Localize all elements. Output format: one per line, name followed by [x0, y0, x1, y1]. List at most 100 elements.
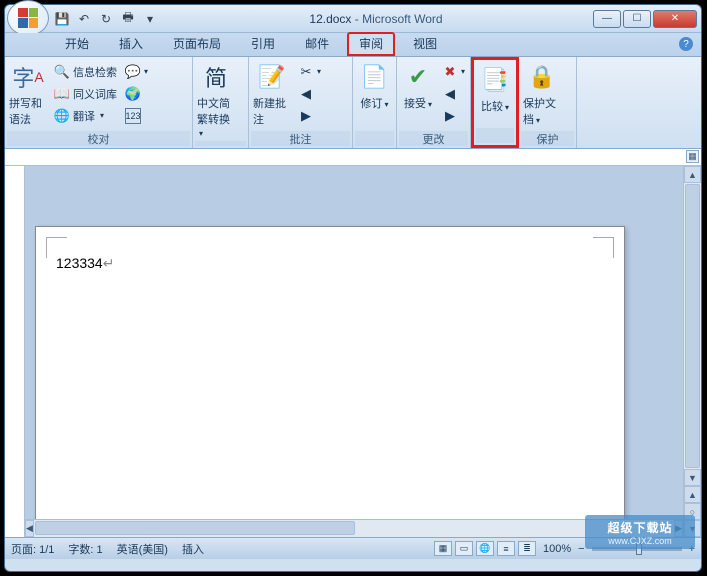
protect-button[interactable]: 🔒 保护文档 — [521, 59, 563, 129]
wordcount-button[interactable]: 123 — [122, 105, 151, 126]
vertical-scrollbar[interactable]: ▲ ▼ ▲ ○ ▼ — [683, 166, 701, 537]
quick-access-toolbar: 💾 ↶ ↻ 🖶 ▾ — [53, 10, 159, 28]
window-title: 12.docx - Microsoft Word — [159, 12, 593, 26]
view-web-icon[interactable]: 🌐 — [476, 541, 494, 556]
next-change-button[interactable]: ▶ — [439, 105, 468, 126]
horizontal-ruler[interactable]: ▦ — [5, 149, 701, 166]
status-words[interactable]: 字数: 1 — [68, 541, 102, 557]
scroll-down-icon[interactable]: ▼ — [684, 469, 701, 486]
redo-icon[interactable]: ↻ — [97, 10, 115, 28]
maximize-button[interactable]: ☐ — [623, 10, 651, 28]
office-button[interactable] — [7, 0, 49, 36]
document-text[interactable]: 123334↵ — [56, 255, 114, 272]
compare-button[interactable]: 📑 比较 — [476, 62, 514, 116]
app-window: 💾 ↶ ↻ 🖶 ▾ 12.docx - Microsoft Word — ☐ ✕… — [4, 4, 702, 572]
thesaurus-button[interactable]: 📖同义词库 — [51, 83, 120, 104]
tooltip-button[interactable]: 💬▾ — [122, 61, 151, 82]
page[interactable]: 123334↵ — [35, 226, 625, 537]
zoom-level[interactable]: 100% — [543, 543, 571, 555]
page-margin-marks — [36, 227, 624, 247]
tab-insert[interactable]: 插入 — [107, 32, 155, 56]
tab-home[interactable]: 开始 — [53, 32, 101, 56]
accept-icon: ✔ — [402, 61, 434, 93]
status-mode[interactable]: 插入 — [182, 541, 204, 557]
status-page[interactable]: 页面: 1/1 — [11, 541, 54, 557]
spelling-icon: 字A — [12, 61, 44, 93]
translate-icon: 🌐 — [54, 108, 70, 124]
thesaurus-icon: 📖 — [54, 86, 70, 102]
delete-comment-icon: ✂ — [298, 64, 314, 80]
prev-icon: ◀ — [298, 86, 314, 102]
prev-change-icon: ◀ — [442, 86, 458, 102]
page-viewport[interactable]: ↵ 123334↵ — [25, 166, 683, 537]
research-button[interactable]: 🔍信息检索 — [51, 61, 120, 82]
view-fullread-icon[interactable]: ▭ — [455, 541, 473, 556]
quickprint-icon[interactable]: 🖶 — [119, 10, 137, 28]
lang-icon: 🌍 — [125, 86, 141, 102]
group-compare: 📑 比较 — [471, 57, 519, 148]
prev-comment-button[interactable]: ◀ — [295, 83, 324, 104]
group-tracking: 📄 修订 — [353, 57, 397, 148]
hscroll-thumb[interactable] — [35, 521, 355, 535]
delete-comment-button[interactable]: ✂▾ — [295, 61, 324, 82]
setlang-button[interactable]: 🌍 — [122, 83, 151, 104]
ribbon-tabs: 开始 插入 页面布局 引用 邮件 审阅 视图 ? — [5, 33, 701, 57]
research-icon: 🔍 — [54, 64, 70, 80]
next-change-icon: ▶ — [442, 108, 458, 124]
qat-more-icon[interactable]: ▾ — [141, 10, 159, 28]
scroll-up-icon[interactable]: ▲ — [684, 166, 701, 183]
file-name: 12.docx — [309, 12, 351, 26]
comment-icon: 📝 — [256, 61, 288, 93]
scroll-left-icon[interactable]: ◀ — [25, 520, 34, 537]
tab-pagelayout[interactable]: 页面布局 — [161, 32, 233, 56]
undo-icon[interactable]: ↶ — [75, 10, 93, 28]
translate-button[interactable]: 🌐翻译▾ — [51, 105, 120, 126]
prev-change-button[interactable]: ◀ — [439, 83, 468, 104]
group-protect: 🔒 保护文档 保护 — [519, 57, 577, 148]
status-lang[interactable]: 英语(美国) — [117, 541, 168, 557]
view-outline-icon[interactable]: ≡ — [497, 541, 515, 556]
help-icon[interactable]: ? — [679, 37, 693, 51]
save-icon[interactable]: 💾 — [53, 10, 71, 28]
watermark-url: www.CJXZ.com — [608, 536, 672, 546]
compare-icon: 📑 — [479, 64, 511, 96]
group-comments: 📝 新建批注 ✂▾ ◀ ▶ 批注 — [249, 57, 353, 148]
ribbon: 字A 拼写和语法 🔍信息检索 📖同义词库 🌐翻译▾ 💬▾ 🌍 123 校对 — [5, 57, 701, 149]
spelling-button[interactable]: 字A 拼写和语法 — [7, 59, 49, 129]
track-icon: 📄 — [359, 61, 391, 93]
close-button[interactable]: ✕ — [653, 10, 697, 28]
minimize-button[interactable]: — — [593, 10, 621, 28]
window-controls: — ☐ ✕ — [593, 10, 697, 28]
reject-button[interactable]: ✖▾ — [439, 61, 468, 82]
document-area: ↵ 123334↵ ▲ ▼ ▲ ○ ▼ ◀ ▶ — [5, 166, 701, 537]
next-icon: ▶ — [298, 108, 314, 124]
app-name: Microsoft Word — [362, 12, 442, 26]
zoom-out-icon[interactable]: − — [578, 543, 584, 555]
new-comment-button[interactable]: 📝 新建批注 — [251, 59, 293, 129]
wordcount-icon: 123 — [125, 108, 141, 124]
tab-review[interactable]: 审阅 — [347, 32, 395, 56]
titlebar: 💾 ↶ ↻ 🖶 ▾ 12.docx - Microsoft Word — ☐ ✕ — [5, 5, 701, 33]
scroll-thumb[interactable] — [685, 184, 700, 468]
next-comment-button[interactable]: ▶ — [295, 105, 324, 126]
group-proofing: 字A 拼写和语法 🔍信息检索 📖同义词库 🌐翻译▾ 💬▾ 🌍 123 校对 — [5, 57, 193, 148]
tab-mailings[interactable]: 邮件 — [293, 32, 341, 56]
view-draft-icon[interactable]: ≣ — [518, 541, 536, 556]
group-changes: ✔ 接受 ✖▾ ◀ ▶ 更改 — [397, 57, 471, 148]
view-print-icon[interactable]: ▦ — [434, 541, 452, 556]
protect-icon: 🔒 — [526, 61, 558, 93]
chinese-convert-button[interactable]: 简 中文简繁转换 — [195, 59, 237, 141]
watermark: 超级下载站 www.CJXZ.com — [585, 515, 695, 549]
tab-view[interactable]: 视图 — [401, 32, 449, 56]
tab-references[interactable]: 引用 — [239, 32, 287, 56]
vertical-ruler[interactable] — [5, 166, 25, 537]
watermark-text: 超级下载站 — [607, 519, 672, 536]
reject-icon: ✖ — [442, 64, 458, 80]
office-logo-icon — [18, 8, 38, 28]
accept-button[interactable]: ✔ 接受 — [399, 59, 437, 113]
balloon-icon: 💬 — [125, 64, 141, 80]
track-changes-button[interactable]: 📄 修订 — [355, 59, 394, 113]
browse-prev-icon[interactable]: ▲ — [684, 486, 701, 503]
group-chinese: 简 中文简繁转换 — [193, 57, 249, 148]
ruler-toggle-icon[interactable]: ▦ — [686, 150, 699, 163]
